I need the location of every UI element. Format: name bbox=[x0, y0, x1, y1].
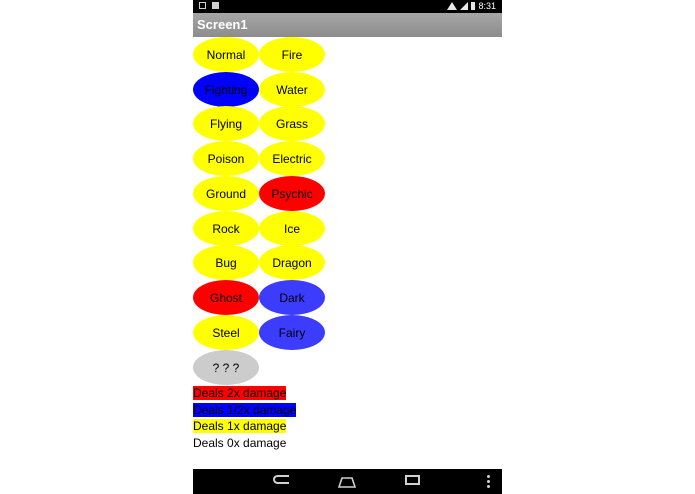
type-button-psychic[interactable]: Psychic bbox=[259, 176, 325, 211]
type-button-poison[interactable]: Poison bbox=[193, 141, 259, 176]
type-button-bug[interactable]: Bug bbox=[193, 245, 259, 280]
type-button-ghost[interactable]: Ghost bbox=[193, 280, 259, 315]
type-button-grass[interactable]: Grass bbox=[259, 106, 325, 141]
phone-screen: 8:31 Screen1 Normal Fire Fighting Water … bbox=[193, 0, 502, 494]
type-button-dragon[interactable]: Dragon bbox=[259, 245, 325, 280]
system-icons: 8:31 bbox=[447, 1, 496, 11]
status-bar: 8:31 bbox=[193, 0, 502, 13]
type-button-fairy[interactable]: Fairy bbox=[259, 315, 325, 350]
image-notification-icon bbox=[199, 2, 206, 9]
type-button-electric[interactable]: Electric bbox=[259, 141, 325, 176]
home-icon[interactable] bbox=[338, 476, 356, 488]
type-button-normal[interactable]: Normal bbox=[193, 37, 259, 72]
clock: 8:31 bbox=[478, 1, 496, 11]
type-button-dark[interactable]: Dark bbox=[259, 280, 325, 315]
type-button-steel[interactable]: Steel bbox=[193, 315, 259, 350]
checkbox-notification-icon bbox=[212, 2, 219, 9]
type-button-water[interactable]: Water bbox=[259, 72, 325, 107]
type-button-fire[interactable]: Fire bbox=[259, 37, 325, 72]
type-button-unknown[interactable]: ? ? ? bbox=[193, 350, 259, 385]
signal-icon bbox=[460, 2, 469, 10]
legend-2x-damage: Deals 2x damage bbox=[193, 386, 287, 400]
legend-1x-damage: Deals 1x damage bbox=[193, 419, 287, 433]
legend-half-damage: Deals 1/2x damage bbox=[193, 403, 297, 417]
notification-icons bbox=[199, 2, 219, 9]
back-icon[interactable] bbox=[273, 475, 289, 484]
overflow-menu-icon[interactable] bbox=[487, 475, 490, 488]
legend-0x-damage: Deals 0x damage bbox=[193, 436, 287, 450]
screen-title: Screen1 bbox=[193, 13, 502, 37]
battery-icon bbox=[471, 2, 476, 10]
type-button-ground[interactable]: Ground bbox=[193, 176, 259, 211]
navigation-bar bbox=[193, 469, 502, 494]
wifi-icon bbox=[447, 2, 458, 10]
type-button-rock[interactable]: Rock bbox=[193, 211, 259, 246]
recent-apps-icon[interactable] bbox=[405, 475, 420, 485]
type-button-flying[interactable]: Flying bbox=[193, 106, 259, 141]
type-button-fighting[interactable]: Fighting bbox=[193, 72, 259, 107]
type-button-ice[interactable]: Ice bbox=[259, 211, 325, 246]
